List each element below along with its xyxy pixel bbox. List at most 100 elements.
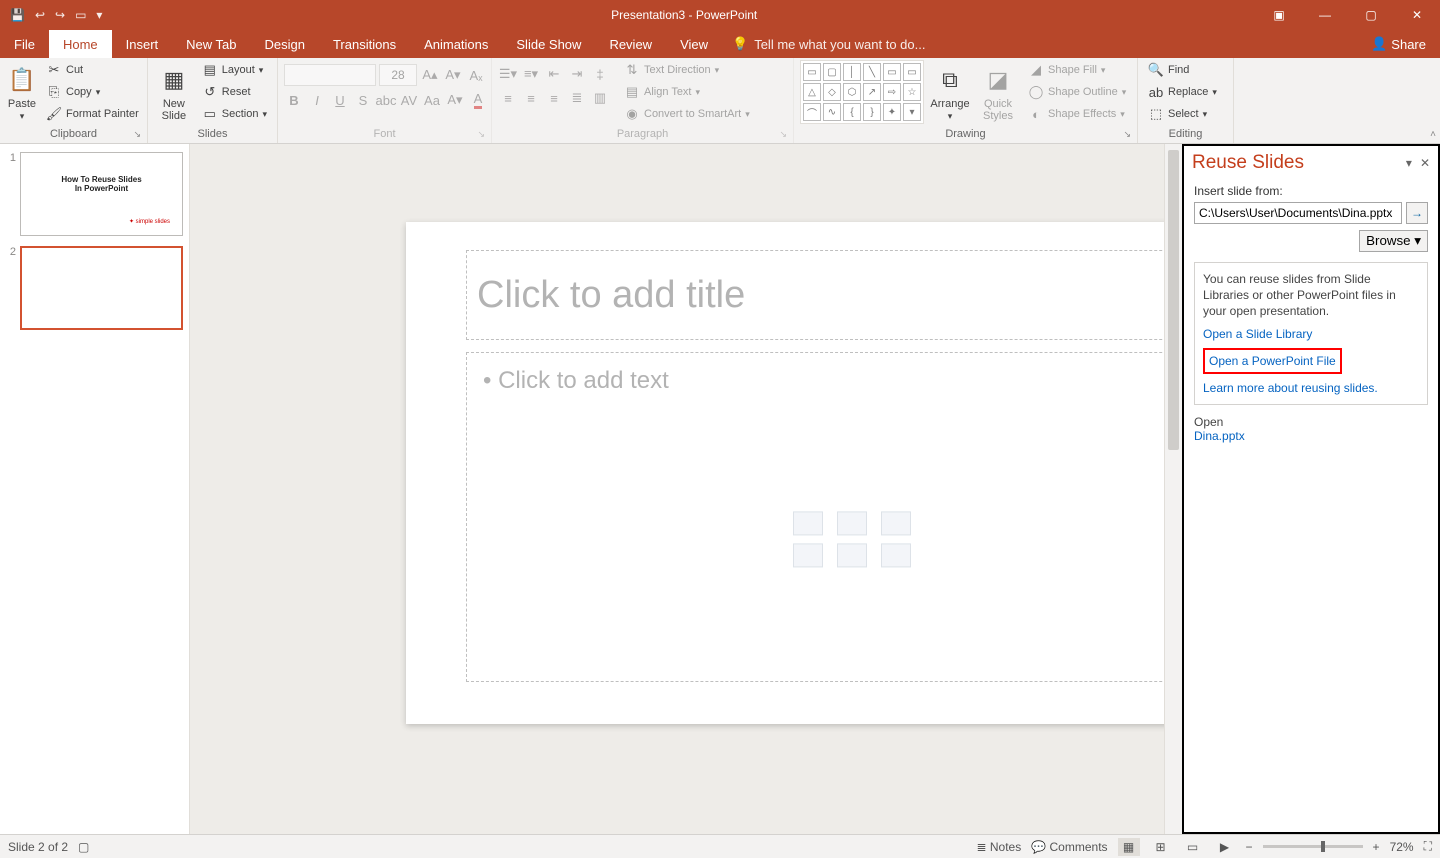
maximize-icon[interactable]: ▢ xyxy=(1348,0,1394,30)
decrease-indent-icon[interactable]: ⇤ xyxy=(544,64,564,84)
change-case-icon[interactable]: Aa xyxy=(422,90,442,110)
shadow-icon[interactable]: abc xyxy=(376,90,396,110)
text-direction-button[interactable]: ⇅Text Direction▾ xyxy=(620,60,754,80)
dialog-launcher-icon[interactable]: ↘ xyxy=(477,129,485,140)
copy-button[interactable]: ⎘Copy▾ xyxy=(42,82,143,102)
insert-chart-icon[interactable] xyxy=(837,511,867,535)
insert-from-input[interactable] xyxy=(1194,202,1402,224)
tab-file[interactable]: File xyxy=(0,30,49,58)
dialog-launcher-icon[interactable]: ↘ xyxy=(1123,129,1131,140)
zoom-out-icon[interactable]: − xyxy=(1246,840,1253,854)
insert-table-icon[interactable] xyxy=(793,511,823,535)
line-spacing-icon[interactable]: ‡ xyxy=(590,64,610,84)
char-spacing-icon[interactable]: AV xyxy=(399,90,419,110)
arrange-button[interactable]: ⧉ Arrange ▾ xyxy=(928,60,972,126)
select-button[interactable]: ⬚Select▾ xyxy=(1144,104,1221,124)
tab-review[interactable]: Review xyxy=(595,30,666,58)
font-name-input[interactable] xyxy=(284,64,376,86)
title-placeholder[interactable]: Click to add title xyxy=(466,250,1182,340)
align-left-icon[interactable]: ≡ xyxy=(498,88,518,108)
increase-font-icon[interactable]: A▴ xyxy=(420,65,440,85)
tab-animations[interactable]: Animations xyxy=(410,30,502,58)
recent-file-link[interactable]: Dina.pptx xyxy=(1194,429,1245,443)
zoom-slider[interactable] xyxy=(1263,845,1363,848)
go-button[interactable]: → xyxy=(1406,202,1428,224)
tab-design[interactable]: Design xyxy=(251,30,319,58)
insert-video-icon[interactable] xyxy=(881,543,911,567)
thumbnail-2[interactable]: 2 xyxy=(6,246,183,330)
tell-me[interactable]: 💡 Tell me what you want to do... xyxy=(732,30,925,58)
quick-styles-button[interactable]: ◪ Quick Styles xyxy=(976,60,1020,126)
insert-picture-icon[interactable] xyxy=(793,543,823,567)
dialog-launcher-icon[interactable]: ↘ xyxy=(779,129,787,140)
zoom-level[interactable]: 72% xyxy=(1390,840,1414,854)
justify-icon[interactable]: ≣ xyxy=(567,88,587,108)
vertical-scrollbar[interactable] xyxy=(1164,144,1182,834)
insert-smartart-icon[interactable] xyxy=(881,511,911,535)
pane-options-icon[interactable]: ▾ xyxy=(1406,156,1412,170)
shape-fill-button[interactable]: ◢Shape Fill▾ xyxy=(1024,60,1130,80)
comments-button[interactable]: 💬 Comments xyxy=(1031,840,1107,854)
strikethrough-icon[interactable]: S xyxy=(353,90,373,110)
learn-more-link[interactable]: Learn more about reusing slides. xyxy=(1203,380,1419,396)
align-text-button[interactable]: ▤Align Text▾ xyxy=(620,82,754,102)
normal-view-icon[interactable]: ▦ xyxy=(1118,838,1140,856)
thumbnail-1[interactable]: 1 How To Reuse SlidesIn PowerPoint ✦ sim… xyxy=(6,152,183,236)
zoom-in-icon[interactable]: + xyxy=(1373,840,1380,854)
browse-button[interactable]: Browse ▾ xyxy=(1359,230,1428,252)
decrease-font-icon[interactable]: A▾ xyxy=(443,65,463,85)
italic-icon[interactable]: I xyxy=(307,90,327,110)
align-right-icon[interactable]: ≡ xyxy=(544,88,564,108)
undo-icon[interactable]: ↩ xyxy=(35,8,45,22)
increase-indent-icon[interactable]: ⇥ xyxy=(567,64,587,84)
underline-icon[interactable]: U xyxy=(330,90,350,110)
insert-online-picture-icon[interactable] xyxy=(837,543,867,567)
numbering-icon[interactable]: ≡▾ xyxy=(521,64,541,84)
reset-button[interactable]: ↺Reset xyxy=(198,82,271,102)
find-button[interactable]: 🔍Find xyxy=(1144,60,1221,80)
slideshow-view-icon[interactable]: ▶ xyxy=(1214,838,1236,856)
section-button[interactable]: ▭Section▾ xyxy=(198,104,271,124)
align-center-icon[interactable]: ≡ xyxy=(521,88,541,108)
zoom-slider-thumb[interactable] xyxy=(1321,841,1325,852)
shape-outline-button[interactable]: ◯Shape Outline▾ xyxy=(1024,82,1130,102)
reading-view-icon[interactable]: ▭ xyxy=(1182,838,1204,856)
tab-transitions[interactable]: Transitions xyxy=(319,30,410,58)
dialog-launcher-icon[interactable]: ↘ xyxy=(133,129,141,140)
bullets-icon[interactable]: ☰▾ xyxy=(498,64,518,84)
tab-view[interactable]: View xyxy=(666,30,722,58)
tab-slideshow[interactable]: Slide Show xyxy=(502,30,595,58)
pane-close-icon[interactable]: ✕ xyxy=(1420,156,1430,170)
tab-home[interactable]: Home xyxy=(49,30,112,58)
clear-formatting-icon[interactable]: Aₓ xyxy=(466,65,486,85)
columns-icon[interactable]: ▥ xyxy=(590,88,610,108)
save-icon[interactable]: 💾 xyxy=(10,8,25,22)
layout-button[interactable]: ▤Layout▾ xyxy=(198,60,271,80)
format-painter-button[interactable]: 🖌Format Painter xyxy=(42,104,143,124)
slide-counter[interactable]: Slide 2 of 2 xyxy=(8,840,68,854)
slide[interactable]: Click to add title • Click to add text xyxy=(406,222,1182,724)
close-icon[interactable]: ✕ xyxy=(1394,0,1440,30)
bold-icon[interactable]: B xyxy=(284,90,304,110)
qat-more-icon[interactable]: ▾ xyxy=(96,8,102,22)
new-slide-button[interactable]: ▦ New Slide xyxy=(154,60,194,126)
scrollbar-thumb[interactable] xyxy=(1168,150,1179,450)
tab-insert[interactable]: Insert xyxy=(112,30,173,58)
shape-effects-button[interactable]: ◐Shape Effects▾ xyxy=(1024,104,1130,124)
font-highlight-icon[interactable]: A▾ xyxy=(445,90,465,110)
paste-button[interactable]: 📋 Paste ▾ xyxy=(6,60,38,126)
font-color-icon[interactable]: A xyxy=(468,90,488,110)
spell-check-icon[interactable]: ▢ xyxy=(78,840,89,854)
convert-smartart-button[interactable]: ◉Convert to SmartArt▾ xyxy=(620,104,754,124)
content-placeholder[interactable]: • Click to add text xyxy=(466,352,1182,682)
ribbon-display-options-icon[interactable]: ▣ xyxy=(1256,0,1302,30)
minimize-icon[interactable]: — xyxy=(1302,0,1348,30)
open-powerpoint-file-link[interactable]: Open a PowerPoint File xyxy=(1203,348,1342,374)
open-slide-library-link[interactable]: Open a Slide Library xyxy=(1203,326,1419,342)
fit-to-window-icon[interactable]: ⛶ xyxy=(1424,839,1432,854)
start-from-beginning-icon[interactable]: ▭ xyxy=(75,8,86,22)
cut-button[interactable]: ✂Cut xyxy=(42,60,143,80)
tab-newtab[interactable]: New Tab xyxy=(172,30,250,58)
notes-button[interactable]: ≣ Notes xyxy=(976,840,1021,854)
shapes-gallery[interactable]: ▭▢│╲▭▭ △◇⬡↗⇨☆ ⌒∿{}✦▾ xyxy=(800,60,924,124)
